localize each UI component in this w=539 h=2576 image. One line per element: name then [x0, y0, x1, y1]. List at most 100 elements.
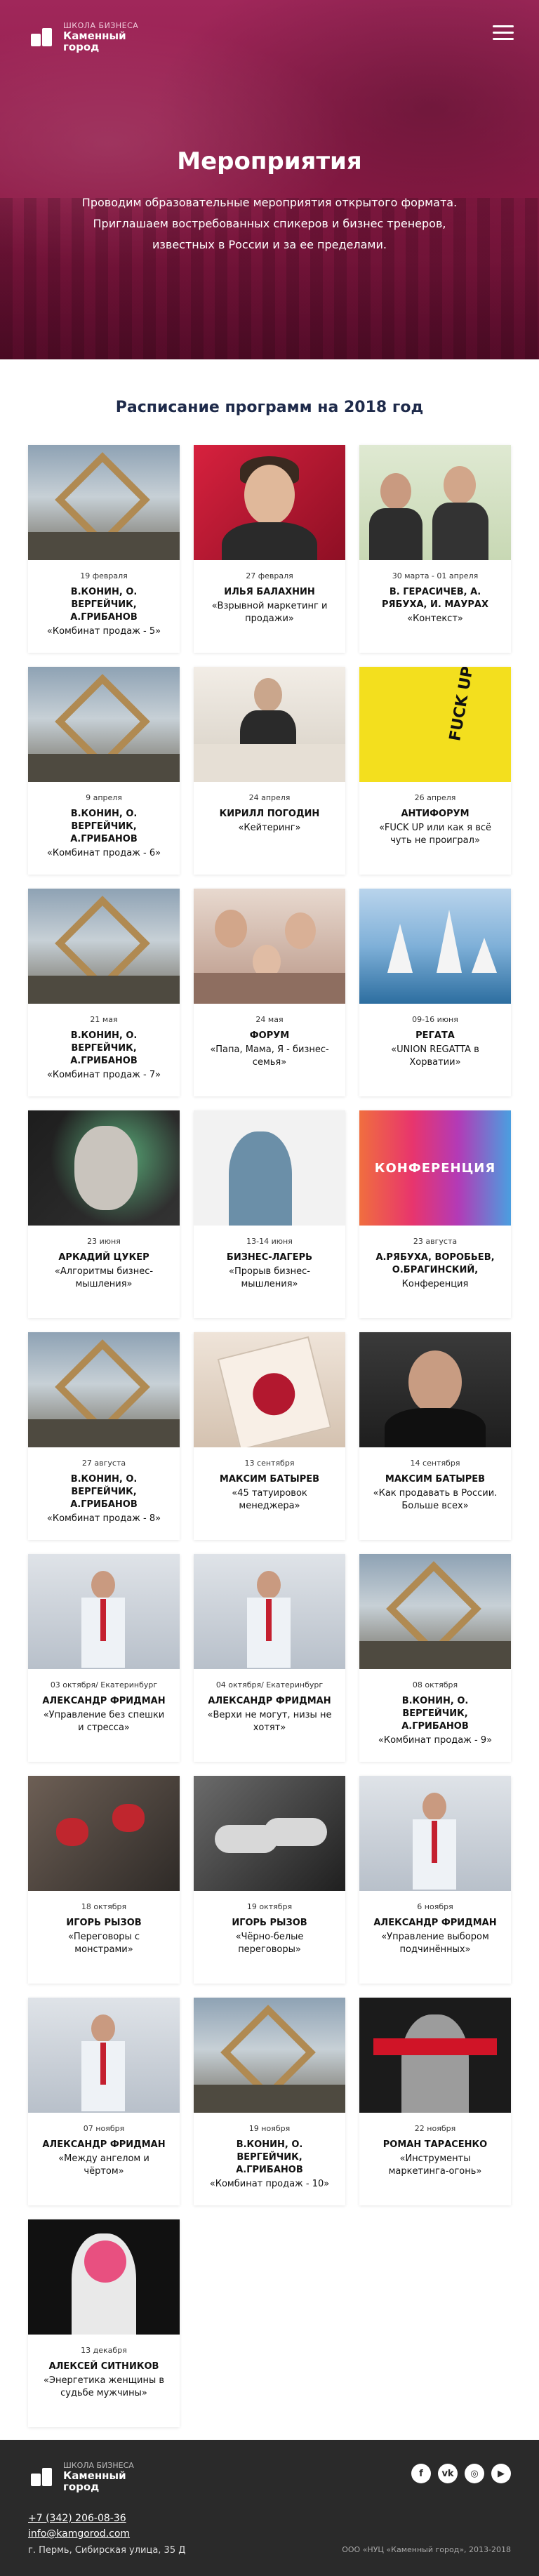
event-date: 13-14 июня — [246, 1237, 293, 1246]
footer-logo[interactable]: ШКОЛА БИЗНЕСА Каменный город — [28, 2461, 134, 2492]
event-date: 18 октября — [81, 1902, 127, 1911]
event-image — [28, 889, 180, 1004]
event-card[interactable]: 9 апреля В.КОНИН, О. ВЕРГЕЙЧИК, А.ГРИБАНО… — [28, 667, 180, 875]
event-image — [359, 889, 511, 1004]
event-image — [194, 1554, 345, 1669]
event-title: ИГОРЬ РЫЗОВ — [232, 1918, 307, 1928]
event-card[interactable]: 08 октября В.КОНИН, О. ВЕРГЕЙЧИК, А.ГРИБА… — [359, 1554, 511, 1762]
event-image — [194, 445, 345, 560]
menu-icon[interactable] — [493, 25, 514, 41]
footer-logo-line2b: город — [63, 2481, 100, 2493]
event-image — [194, 1110, 345, 1226]
event-card[interactable]: FUCK UP 26 апреля АНТИФОРУМ «FUCK UP или ка… — [359, 667, 511, 875]
event-image: КОНФЕРЕНЦИЯ — [359, 1110, 511, 1226]
event-date: 04 октября/ Екатеринбург — [215, 1680, 324, 1689]
footer-copyright: ООО «НУЦ «Каменный город», 2013-2018 — [342, 2545, 511, 2554]
event-card[interactable]: 23 июня АРКАДИЙ ЦУКЕР «Алгоритмы бизнес-мы… — [28, 1110, 180, 1318]
event-image — [28, 1332, 180, 1447]
event-card[interactable]: 13-14 июня БИЗНЕС-ЛАГЕРЬ «Прорыв бизнес-мы… — [194, 1110, 345, 1318]
facebook-icon[interactable]: f — [411, 2464, 431, 2483]
event-title: В.КОНИН, О. ВЕРГЕЙЧИК, А.ГРИБАНОВ — [401, 1696, 469, 1732]
event-date: 26 апреля — [414, 793, 456, 802]
event-card[interactable]: 09-16 июня РЕГАТА «UNION REGATTA в Хорвати… — [359, 889, 511, 1096]
event-title: АЛЕКСАНДР ФРИДМАН — [42, 1696, 166, 1706]
event-date: 27 августа — [81, 1459, 126, 1468]
event-card[interactable]: 6 ноября АЛЕКСАНДР ФРИДМАН «Управление выб… — [359, 1776, 511, 1984]
event-card[interactable]: 19 октября ИГОРЬ РЫЗОВ «Чёрно-белые перего… — [194, 1776, 345, 1984]
event-description: «Верхи не могут, низы не хотят» — [207, 1710, 332, 1733]
event-image — [28, 1554, 180, 1669]
event-image — [359, 1332, 511, 1447]
event-card[interactable]: 19 ноября В.КОНИН, О. ВЕРГЕЙЧИК, А.ГРИБАН… — [194, 1998, 345, 2205]
event-title: А.РЯБУХА, ВОРОБЬЕВ, О.БРАГИНСКИЙ, — [375, 1252, 495, 1275]
event-card[interactable]: 07 ноября АЛЕКСАНДР ФРИДМАН «Между ангелом… — [28, 1998, 180, 2205]
event-card[interactable]: 13 декабря АЛЕКСЕЙ СИТНИКОВ «Энергетика же… — [28, 2219, 180, 2427]
event-description: «Комбинат продаж - 5» — [46, 626, 161, 637]
site-logo[interactable]: ШКОЛА БИЗНЕСА Каменный город — [28, 21, 138, 53]
footer-address: г. Пермь, Сибирская улица, 35 Д — [28, 2545, 186, 2556]
event-date: 19 октября — [246, 1902, 293, 1911]
event-card[interactable]: 14 сентября МАКСИМ БАТЫРЕВ «Как продавать … — [359, 1332, 511, 1540]
event-image — [194, 1776, 345, 1891]
event-image — [359, 1998, 511, 2113]
event-card[interactable]: 19 февраля В.КОНИН, О. ВЕРГЕЙЧИК, А.ГРИБА… — [28, 445, 180, 653]
event-description: «Комбинат продаж - 10» — [209, 2179, 330, 2189]
logo-icon — [28, 25, 56, 49]
event-card[interactable]: 24 апреля КИРИЛЛ ПОГОДИН «Кейтеринг» — [194, 667, 345, 875]
event-date: 24 апреля — [248, 793, 291, 802]
event-date: 23 июня — [87, 1237, 121, 1246]
vk-icon[interactable]: vk — [438, 2464, 458, 2483]
event-card[interactable]: КОНФЕРЕНЦИЯ 23 августа А.РЯБУХА, ВОРОБЬЕВ,… — [359, 1110, 511, 1318]
event-description: «Комбинат продаж - 7» — [46, 1070, 161, 1080]
footer-logo-line2a: Каменный — [63, 2469, 126, 2482]
event-description: «Комбинат продаж - 6» — [46, 848, 161, 858]
event-card[interactable]: 27 августа В.КОНИН, О. ВЕРГЕЙЧИК, А.ГРИБА… — [28, 1332, 180, 1540]
event-card[interactable]: 27 февраля ИЛЬЯ БАЛАХНИН «Взрывной маркети… — [194, 445, 345, 653]
event-title: В. ГЕРАСИЧЕВ, А. РЯБУХА, И. МАУРАХ — [382, 587, 488, 610]
event-title: КИРИЛЛ ПОГОДИН — [219, 809, 320, 819]
event-image — [194, 667, 345, 782]
footer-phone-link[interactable]: +7 (342) 206-08-36 — [28, 2513, 126, 2524]
event-card[interactable]: 21 мая В.КОНИН, О. ВЕРГЕЙЧИК, А.ГРИБАНОВ «… — [28, 889, 180, 1096]
event-description: «FUCK UP или как я всё чуть не проиграл» — [378, 823, 492, 846]
event-description: Конференция — [401, 1279, 469, 1289]
event-title: ИГОРЬ РЫЗОВ — [66, 1918, 142, 1928]
event-date: 30 марта - 01 апреля — [392, 571, 479, 580]
event-date: 14 сентября — [410, 1459, 460, 1468]
event-image — [359, 445, 511, 560]
event-image — [359, 1776, 511, 1891]
event-title: РОМАН ТАРАСЕНКО — [382, 2139, 488, 2150]
hero-banner: ШКОЛА БИЗНЕСА Каменный город Мероприятия… — [0, 0, 539, 359]
event-title: АЛЕКСАНДР ФРИДМАН — [373, 1918, 497, 1928]
event-image-label: КОНФЕРЕНЦИЯ — [374, 1160, 496, 1176]
logo-icon — [28, 2465, 56, 2489]
event-date: 27 февраля — [246, 571, 293, 580]
event-card[interactable]: 22 ноября РОМАН ТАРАСЕНКО «Инструменты мар… — [359, 1998, 511, 2205]
youtube-icon[interactable]: ▶ — [491, 2464, 511, 2483]
event-card[interactable]: 18 октября ИГОРЬ РЫЗОВ «Переговоры с монст… — [28, 1776, 180, 1984]
event-title: АЛЕКСАНДР ФРИДМАН — [42, 2139, 166, 2150]
event-card[interactable]: 30 марта - 01 апреля В. ГЕРАСИЧЕВ, А. РЯБ… — [359, 445, 511, 653]
event-description: «Комбинат продаж - 8» — [46, 1513, 161, 1524]
instagram-icon[interactable]: ◎ — [465, 2464, 484, 2483]
event-card[interactable]: 13 сентября МАКСИМ БАТЫРЕВ «45 татуировок … — [194, 1332, 345, 1540]
event-description: «Алгоритмы бизнес-мышления» — [54, 1266, 154, 1289]
event-card[interactable]: 03 октября/ Екатеринбург АЛЕКСАНДР ФРИДМА… — [28, 1554, 180, 1762]
event-description: «Комбинат продаж - 9» — [378, 1735, 493, 1746]
event-date: 13 декабря — [81, 2346, 127, 2355]
event-title: РЕГАТА — [415, 1030, 455, 1041]
footer-email-link[interactable]: info@kamgorod.com — [28, 2528, 130, 2540]
event-card[interactable]: 04 октября/ Екатеринбург АЛЕКСАНДР ФРИДМА… — [194, 1554, 345, 1762]
event-description: «Как продавать в России. Больше всех» — [373, 1488, 498, 1511]
event-description: «Энергетика женщины в судьбе мужчины» — [43, 2375, 165, 2398]
event-title: В.КОНИН, О. ВЕРГЕЙЧИК, А.ГРИБАНОВ — [70, 1474, 138, 1510]
event-title: В.КОНИН, О. ВЕРГЕЙЧИК, А.ГРИБАНОВ — [70, 1030, 138, 1066]
event-description: «Между ангелом и чёртом» — [58, 2153, 149, 2177]
event-date: 08 октября — [412, 1680, 458, 1689]
event-date: 19 ноября — [248, 2124, 291, 2133]
event-image — [194, 1998, 345, 2113]
event-image — [28, 1998, 180, 2113]
event-date: 6 ноября — [417, 1902, 453, 1911]
event-image — [28, 2219, 180, 2335]
event-card[interactable]: 24 мая ФОРУМ «Папа, Мама, Я - бизнес-семья… — [194, 889, 345, 1096]
